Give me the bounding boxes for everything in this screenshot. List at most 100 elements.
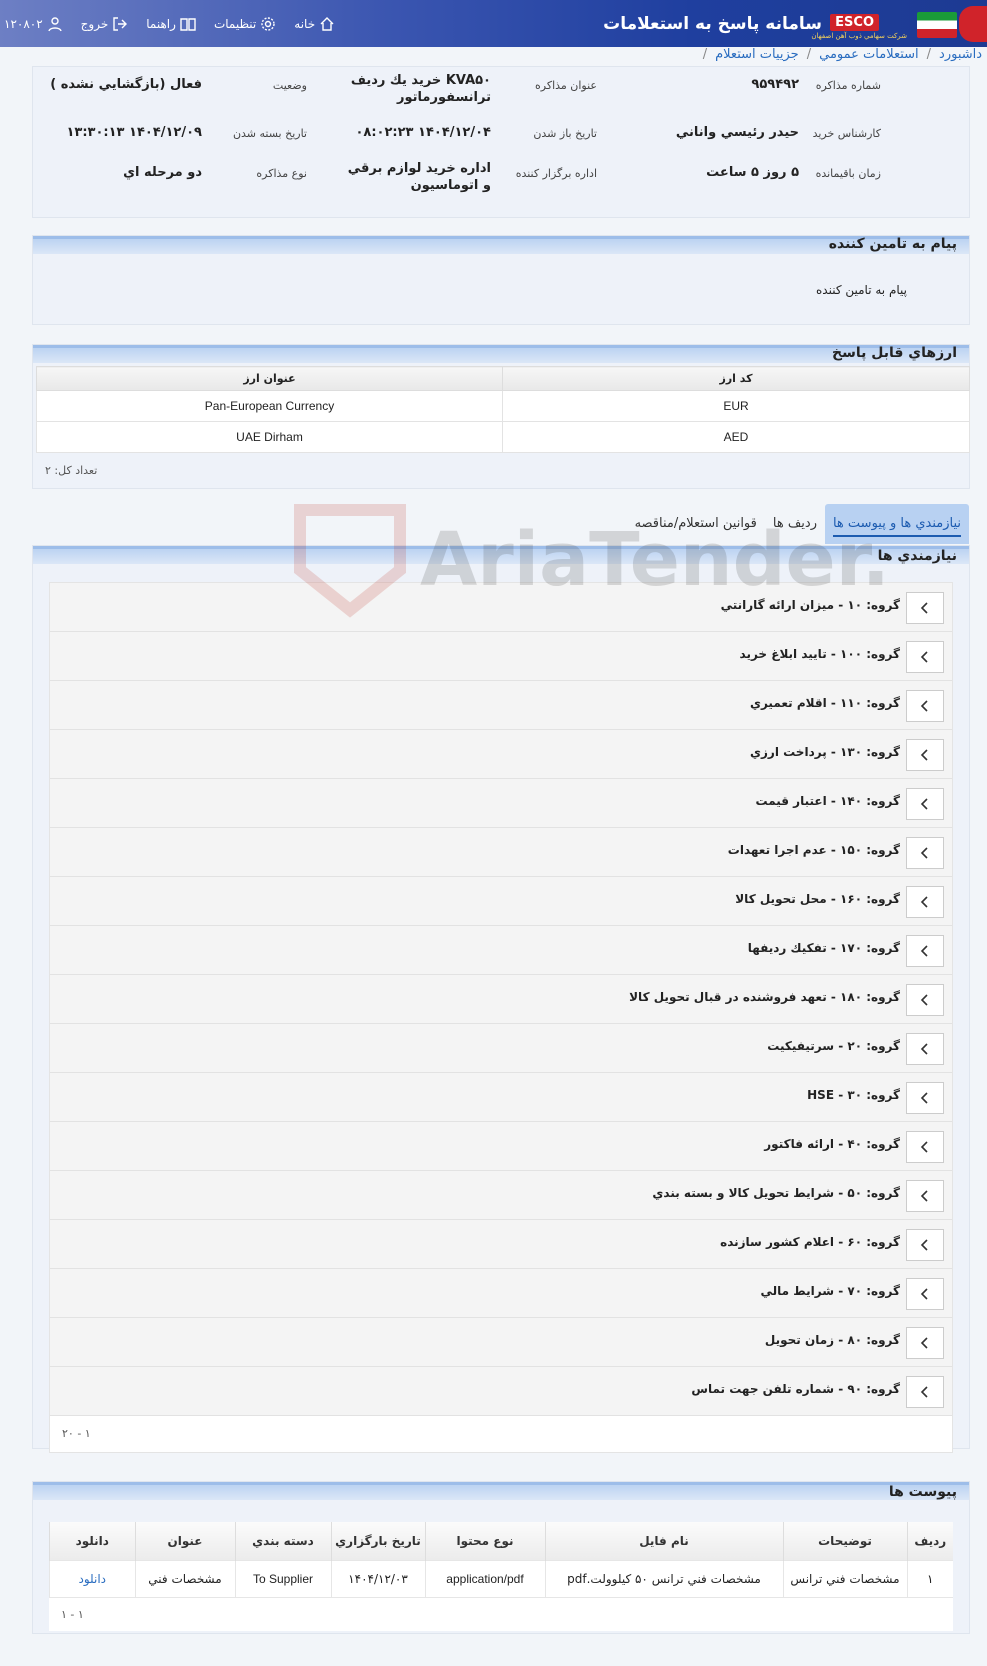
attachment-filename: مشخصات فني ترانس ۵۰ كيلوولت.pdf (544, 1559, 783, 1597)
list-item[interactable]: گروه: ۱۳۰ - پرداخت ارزي (50, 730, 952, 779)
nav-settings[interactable]: تنظيمات (214, 16, 276, 32)
expand-toggle-button[interactable] (906, 592, 944, 624)
chevron-left-icon (920, 847, 928, 859)
col-title-header[interactable]: عنوان (134, 1522, 235, 1560)
list-item[interactable]: گروه: ۷۰ - شرايط مالي (50, 1269, 952, 1318)
iran-flag-icon (917, 12, 957, 38)
negotiation-no-label: شماره مذاكره (815, 79, 881, 92)
breadcrumb-dashboard[interactable]: ه داشبورد (939, 47, 987, 62)
breadcrumb-separator: / (806, 46, 812, 62)
requirements-pager: ۱ - ۲۰ (50, 1416, 952, 1452)
tab-rows[interactable]: رديف ها (765, 504, 825, 544)
tab-rules[interactable]: قوانين استعلام/مناقصه (627, 504, 765, 544)
dept-label: اداره برگزار كننده (515, 167, 597, 180)
inquiry-info-card: شماره مذاكره ۹۵۹۴۹۲ عنوان مذاكره KVA۵۰ خ… (32, 66, 970, 218)
breadcrumb-public-inquiries[interactable]: استعلامات عمومي (819, 47, 919, 62)
download-link[interactable]: دانلود (49, 1559, 135, 1597)
chevron-left-icon (920, 945, 928, 957)
table-row[interactable]: EUR Pan-European Currency (36, 390, 970, 422)
requirement-group-label: گروه: ۸۰ - زمان تحويل (764, 1333, 900, 1347)
attachments-pager: ۱ - ۱ (49, 1597, 953, 1631)
chevron-left-icon (920, 1386, 928, 1398)
expand-toggle-button[interactable] (906, 1376, 944, 1408)
list-item[interactable]: گروه: ۱۸۰ - تعهد فروشنده در قبال تحويل ك… (50, 975, 952, 1024)
col-description-header[interactable]: توضيحات (782, 1522, 907, 1560)
list-item[interactable]: گروه: ۱۴۰ - اعتبار قيمت (50, 779, 952, 828)
expand-toggle-button[interactable] (906, 788, 944, 820)
table-row: ۱ مشخصات فني ترانس مشخصات فني ترانس ۵۰ ك… (49, 1559, 953, 1597)
open-date-label: تاريخ باز شدن (533, 127, 597, 140)
chevron-left-icon (920, 602, 928, 614)
list-item[interactable]: گروه: ۱۶۰ - محل تحويل كالا (50, 877, 952, 926)
expand-toggle-button[interactable] (906, 1131, 944, 1163)
list-item[interactable]: گروه: ۱۱۰ - اقلام تعميري (50, 681, 952, 730)
expand-toggle-button[interactable] (906, 837, 944, 869)
list-item[interactable]: گروه: ۳۰ - HSE (50, 1073, 952, 1122)
expand-toggle-button[interactable] (906, 984, 944, 1016)
nav-logout[interactable]: خروج (81, 16, 129, 32)
nav-settings-label: تنظيمات (213, 16, 257, 31)
nav-home[interactable]: خانه (294, 16, 335, 32)
expand-toggle-button[interactable] (906, 1082, 944, 1114)
list-item[interactable]: گروه: ۶۰ - اعلام كشور سازنده (50, 1220, 952, 1269)
expand-toggle-button[interactable] (906, 886, 944, 918)
list-item[interactable]: گروه: ۱۰ - ميزان ارائه گارانتي (50, 583, 952, 632)
col-filename-header[interactable]: نام فايل (544, 1522, 783, 1560)
expert-label: كارشناس خريد (812, 127, 881, 140)
currency-name-header[interactable]: عنوان ارز (36, 366, 503, 391)
col-upload-date-header[interactable]: تاريخ بارگزاري (330, 1522, 425, 1560)
company-logo-icon (959, 6, 987, 42)
list-item[interactable]: گروه: ۱۷۰ - تفكيك رديفها (50, 926, 952, 975)
expand-toggle-button[interactable] (906, 935, 944, 967)
expand-toggle-button[interactable] (906, 1278, 944, 1310)
chevron-left-icon (920, 1141, 928, 1153)
list-item[interactable]: گروه: ۸۰ - زمان تحويل (50, 1318, 952, 1367)
breadcrumb-inquiry-details[interactable]: جزييات استعلام (715, 47, 799, 62)
expand-toggle-button[interactable] (906, 1033, 944, 1065)
nav-help[interactable]: راهنما (146, 16, 196, 32)
chevron-left-icon (920, 994, 928, 1006)
col-row-header[interactable]: رديف (906, 1522, 953, 1560)
nav-logout-label: خروج (80, 16, 109, 31)
currencies-table: كد ارز عنوان ارز EUR Pan-European Curren… (36, 366, 970, 453)
requirement-group-label: گروه: ۱۴۰ - اعتبار قيمت (755, 794, 901, 808)
nav-user[interactable]: ۱۲۰۸۰۲ (4, 16, 63, 32)
expand-toggle-button[interactable] (906, 690, 944, 722)
attachment-title: مشخصات فني (134, 1559, 235, 1597)
tab-requirements-attachments[interactable]: نيازمندي ها و پيوست ها (824, 504, 969, 544)
requirement-group-label: گروه: ۵۰ - شرايط تحويل كالا و بسته بندي (652, 1186, 900, 1200)
col-content-type-header[interactable]: نوع محتوا (424, 1522, 545, 1560)
list-item[interactable]: گروه: ۱۰۰ - تاييد ابلاغ خريد (50, 632, 952, 681)
tab-label: قوانين استعلام/مناقصه (634, 516, 757, 531)
brand-subtitle: شركت سهامي ذوب آهن اصفهان (811, 32, 907, 40)
list-item[interactable]: گروه: ۱۵۰ - عدم اجرا تعهدات (50, 828, 952, 877)
negotiation-no-value: ۹۵۹۴۹۲ (751, 77, 799, 92)
col-download-header[interactable]: دانلود (49, 1522, 135, 1560)
currency-name-cell: UAE Dirham (36, 421, 503, 453)
expand-toggle-button[interactable] (906, 641, 944, 673)
requirements-list: گروه: ۱۰ - ميزان ارائه گارانتي گروه: ۱۰۰ … (49, 582, 953, 1453)
breadcrumb: ه داشبورد / استعلامات عمومي / جزييات است… (0, 44, 987, 64)
list-item[interactable]: گروه: ۹۰ - شماره تلفن جهت تماس (50, 1367, 952, 1416)
supplier-message-header: پيام به تامين كننده (33, 236, 969, 254)
list-item[interactable]: گروه: ۴۰ - ارائه فاكتور (50, 1122, 952, 1171)
brand: ESCO شركت سهامي ذوب آهن اصفهان سامانه پا… (603, 0, 987, 47)
table-row[interactable]: AED UAE Dirham (36, 421, 970, 453)
currency-code-header[interactable]: كد ارز (502, 366, 970, 391)
remaining-value: ۵ روز ۵ ساعت (706, 165, 799, 180)
breadcrumb-separator: / (702, 46, 708, 62)
list-item[interactable]: گروه: ۵۰ - شرايط تحويل كالا و بسته بندي (50, 1171, 952, 1220)
expand-toggle-button[interactable] (906, 1180, 944, 1212)
requirement-group-label: گروه: ۱۰۰ - تاييد ابلاغ خريد (739, 647, 900, 661)
chevron-left-icon (920, 1092, 928, 1104)
list-item[interactable]: گروه: ۲۰ - سرتيفيكيت (50, 1024, 952, 1073)
expand-toggle-button[interactable] (906, 739, 944, 771)
esco-logo: ESCO (830, 14, 879, 31)
supplier-message-text: پيام به تامين كننده (816, 283, 907, 297)
status-label: وضعيت (272, 79, 307, 92)
chevron-left-icon (920, 1288, 928, 1300)
expand-toggle-button[interactable] (906, 1229, 944, 1261)
col-category-header[interactable]: دسته بندي (234, 1522, 331, 1560)
attachment-description: مشخصات فني ترانس (782, 1559, 907, 1597)
expand-toggle-button[interactable] (906, 1327, 944, 1359)
